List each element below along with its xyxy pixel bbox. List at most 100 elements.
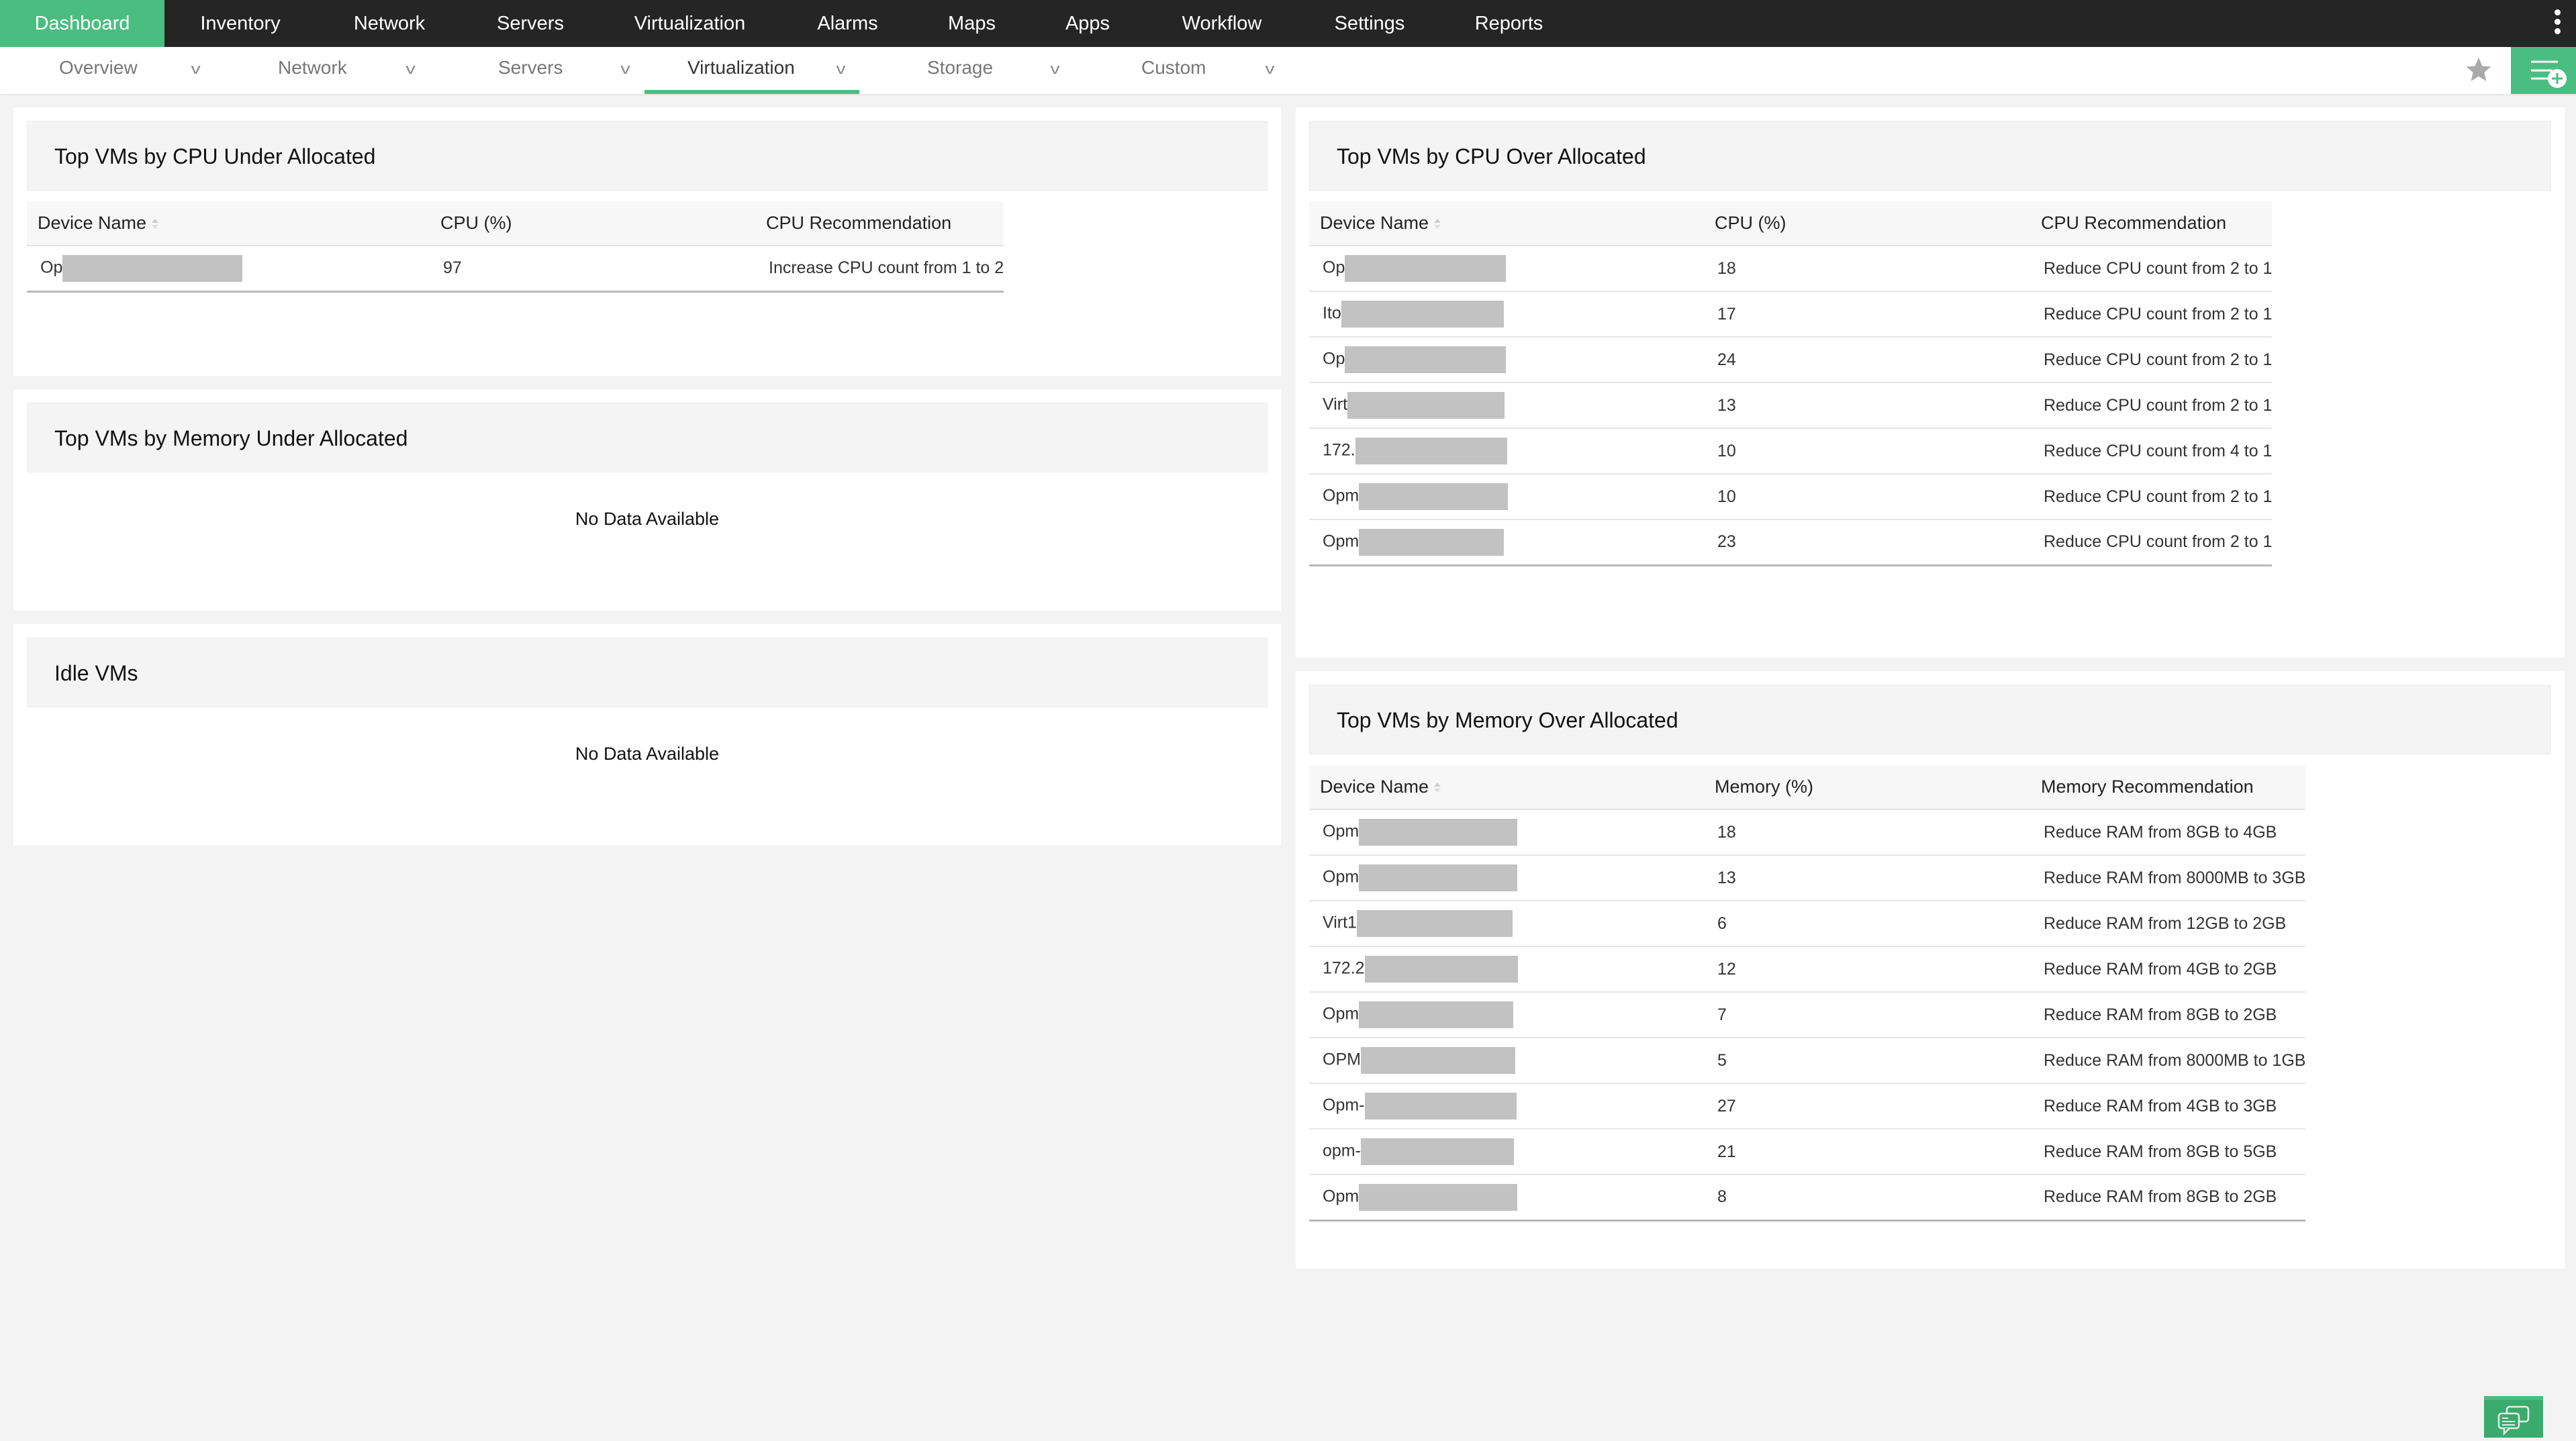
table-row[interactable]: Ito 17 Reduce CPU count from 2 to 1	[1309, 291, 2273, 338]
top-navigation-bar: Dashboard Inventory Network Servers Virt…	[0, 0, 2576, 47]
device-name: Opm	[1323, 532, 1359, 551]
recommendation: Reduce RAM from 8000MB to 1GB	[2030, 1038, 2306, 1084]
recommendation: Reduce RAM from 12GB to 2GB	[2030, 901, 2306, 947]
kebab-vertical-icon[interactable]	[2552, 9, 2563, 38]
device-name: Opm-	[1323, 1095, 1365, 1115]
column-header-device-name[interactable]: Device Name	[27, 201, 430, 246]
subnav-overview[interactable]: Overview	[59, 47, 138, 94]
sort-icon[interactable]	[1434, 218, 1441, 230]
chevron-down-icon[interactable]: v	[836, 47, 845, 94]
topnav-inventory[interactable]: Inventory	[187, 0, 294, 47]
table-row[interactable]: Opm- 27 Reduce RAM from 4GB to 3GB	[1309, 1083, 2306, 1130]
device-name-cell[interactable]: Ito	[1309, 291, 1704, 338]
topnav-dashboard[interactable]: Dashboard	[0, 0, 164, 47]
add-widget-button[interactable]	[2511, 47, 2576, 94]
device-name-cell[interactable]: Op	[1309, 337, 1704, 383]
topnav-apps[interactable]: Apps	[1051, 0, 1125, 47]
device-name: Ito	[1323, 303, 1341, 323]
table-row[interactable]: Opm 10 Reduce CPU count from 2 to 1	[1309, 474, 2273, 520]
topnav-virtualization[interactable]: Virtualization	[624, 0, 755, 47]
table-row[interactable]: 172.2 12 Reduce RAM from 4GB to 2GB	[1309, 946, 2306, 993]
table-row[interactable]: Opm 7 Reduce RAM from 8GB to 2GB	[1309, 992, 2306, 1038]
subnav-virtualization[interactable]: Virtualization	[687, 47, 795, 94]
recommendation: Reduce RAM from 4GB to 3GB	[2030, 1083, 2306, 1130]
redacted-block	[1341, 301, 1504, 328]
chevron-down-icon[interactable]: v	[620, 47, 630, 94]
device-name-cell[interactable]: OPM	[1309, 1038, 1704, 1084]
table-row[interactable]: Opm 18 Reduce RAM from 8GB to 4GB	[1309, 809, 2306, 856]
device-name-cell[interactable]: Opm	[1309, 474, 1704, 520]
table-row[interactable]: Op 18 Reduce CPU count from 2 to 1	[1309, 246, 2273, 292]
device-name-cell[interactable]: Op	[1309, 246, 1704, 292]
subnav-servers[interactable]: Servers	[498, 47, 563, 94]
star-icon[interactable]	[2464, 55, 2493, 85]
sort-icon[interactable]	[152, 218, 159, 230]
device-name-cell[interactable]: Virt1	[1309, 901, 1704, 947]
device-name-cell[interactable]: Virt	[1309, 383, 1704, 429]
table-row[interactable]: Opm 23 Reduce CPU count from 2 to 1	[1309, 519, 2273, 566]
topnav-servers[interactable]: Servers	[487, 0, 574, 47]
topnav-workflow[interactable]: Workflow	[1168, 0, 1276, 47]
topnav-reports[interactable]: Reports	[1467, 0, 1551, 47]
column-header-device-name[interactable]: Device Name	[1309, 765, 1704, 810]
sort-icon[interactable]	[1434, 782, 1441, 794]
table-row[interactable]: opm- 21 Reduce RAM from 8GB to 5GB	[1309, 1129, 2306, 1175]
table-row[interactable]: OPM 5 Reduce RAM from 8000MB to 1GB	[1309, 1038, 2306, 1084]
chevron-down-icon[interactable]: v	[406, 47, 415, 94]
recommendation: Reduce CPU count from 2 to 1	[2030, 337, 2273, 383]
device-name: Opm	[1323, 1187, 1359, 1206]
subnav-network[interactable]: Network	[278, 47, 347, 94]
redacted-block	[1356, 910, 1513, 937]
recommendation: Reduce CPU count from 4 to 1	[2030, 428, 2273, 475]
table-row[interactable]: 172. 10 Reduce CPU count from 4 to 1	[1309, 428, 2273, 475]
percent-value: 23	[1704, 519, 2030, 566]
device-name-cell[interactable]: Opm	[1309, 809, 1704, 856]
topnav-settings[interactable]: Settings	[1326, 0, 1413, 47]
chevron-down-icon[interactable]: v	[191, 47, 200, 94]
device-name-cell[interactable]: 172.	[1309, 428, 1704, 475]
percent-value: 10	[1704, 474, 2030, 520]
redacted-block	[62, 254, 243, 282]
redacted-block	[1359, 483, 1509, 510]
column-header-cpu: CPU (%)	[430, 201, 755, 246]
percent-value: 10	[1704, 428, 2030, 475]
device-name-cell[interactable]: Opm	[1309, 855, 1704, 901]
chat-button[interactable]	[2484, 1396, 2543, 1438]
device-name-cell[interactable]: 172.2	[1309, 946, 1704, 993]
column-header-device-name[interactable]: Device Name	[1309, 201, 1704, 246]
recommendation: Reduce CPU count from 2 to 1	[2030, 246, 2273, 292]
device-name-cell[interactable]: opm-	[1309, 1129, 1704, 1175]
recommendation: Reduce CPU count from 2 to 1	[2030, 383, 2273, 429]
widget-header: Top VMs by Memory Over Allocated	[1309, 685, 2551, 754]
sub-navigation-bar: Overview v Network v Servers v Virtualiz…	[0, 47, 2576, 94]
redacted-block	[1355, 438, 1507, 464]
device-name-cell[interactable]: Opm	[1309, 992, 1704, 1038]
widget-title: Top VMs by Memory Under Allocated	[54, 426, 408, 450]
device-name-cell[interactable]: Opm	[1309, 1175, 1704, 1222]
column-header-cpu: CPU (%)	[1704, 201, 2030, 246]
table-row[interactable]: Virt1 6 Reduce RAM from 12GB to 2GB	[1309, 901, 2306, 947]
redacted-block	[1364, 956, 1518, 983]
chevron-down-icon[interactable]: v	[1265, 47, 1274, 94]
topnav-alarms[interactable]: Alarms	[806, 0, 890, 47]
table-row[interactable]: Op 97 Increase CPU count from 1 to 2	[27, 246, 1004, 293]
subnav-storage[interactable]: Storage	[927, 47, 993, 94]
widget-cpu-under-allocated: Top VMs by CPU Under Allocated Device Na…	[13, 107, 1281, 376]
table-row[interactable]: Op 24 Reduce CPU count from 2 to 1	[1309, 337, 2273, 383]
column-label: Device Name	[38, 213, 147, 233]
table-row[interactable]: Opm 8 Reduce RAM from 8GB to 2GB	[1309, 1175, 2306, 1222]
device-name-cell[interactable]: Opm-	[1309, 1083, 1704, 1130]
table-row[interactable]: Virt 13 Reduce CPU count from 2 to 1	[1309, 383, 2273, 429]
device-name: opm-	[1323, 1141, 1361, 1160]
device-name: Op	[40, 258, 63, 277]
topnav-maps[interactable]: Maps	[937, 0, 1007, 47]
table-row[interactable]: Opm 13 Reduce RAM from 8000MB to 3GB	[1309, 855, 2306, 901]
device-name-cell[interactable]: Opm	[1309, 519, 1704, 566]
percent-value: 5	[1704, 1038, 2030, 1084]
device-name-cell[interactable]: Op	[27, 246, 430, 293]
chat-bubbles-icon	[2497, 1405, 2530, 1436]
chevron-down-icon[interactable]: v	[1050, 47, 1059, 94]
topnav-network[interactable]: Network	[339, 0, 440, 47]
recommendation: Reduce RAM from 8GB to 5GB	[2030, 1129, 2306, 1175]
subnav-custom[interactable]: Custom	[1141, 47, 1206, 94]
